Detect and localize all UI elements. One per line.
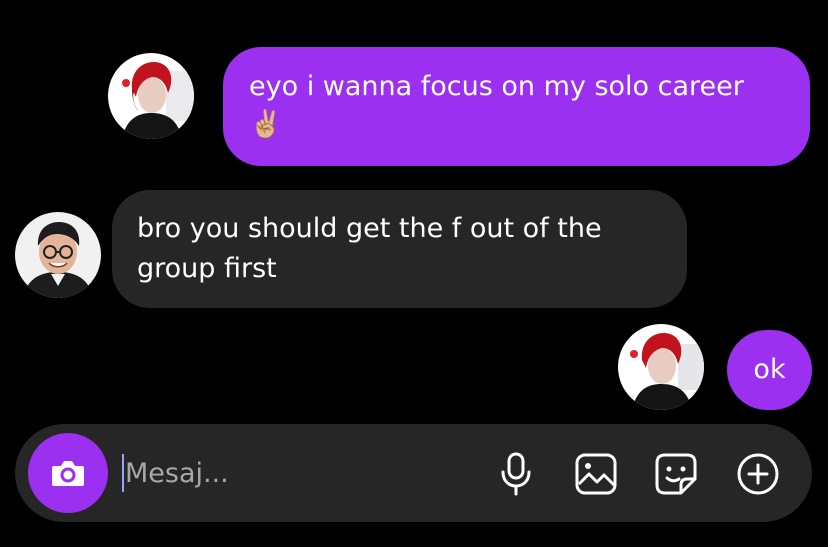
text-caret [122, 454, 124, 492]
plus-icon[interactable] [734, 450, 782, 498]
sticker-icon[interactable] [652, 450, 700, 498]
sent-message-bubble[interactable]: ok [727, 330, 812, 410]
victory-hand-emoji: ✌🏼 [249, 109, 283, 140]
message-input[interactable] [121, 448, 485, 498]
message-text: eyo i wanna focus on my solo career [249, 71, 744, 102]
chat-screen: eyo i wanna focus on my solo career ✌🏼 b… [0, 0, 828, 547]
camera-button[interactable] [28, 433, 108, 513]
self-avatar[interactable] [618, 324, 704, 410]
message-text: ok [753, 354, 786, 385]
sent-message-bubble[interactable]: eyo i wanna focus on my solo career ✌🏼 [223, 47, 810, 166]
self-avatar[interactable] [108, 53, 194, 139]
microphone-icon[interactable] [492, 450, 540, 498]
contact-avatar[interactable] [15, 212, 101, 298]
message-composer [15, 424, 812, 522]
camera-icon [52, 461, 84, 486]
received-message-bubble[interactable]: bro you should get the f out of the grou… [112, 190, 687, 308]
message-text: bro you should get the f out of the grou… [137, 213, 602, 284]
gallery-icon[interactable] [572, 450, 620, 498]
